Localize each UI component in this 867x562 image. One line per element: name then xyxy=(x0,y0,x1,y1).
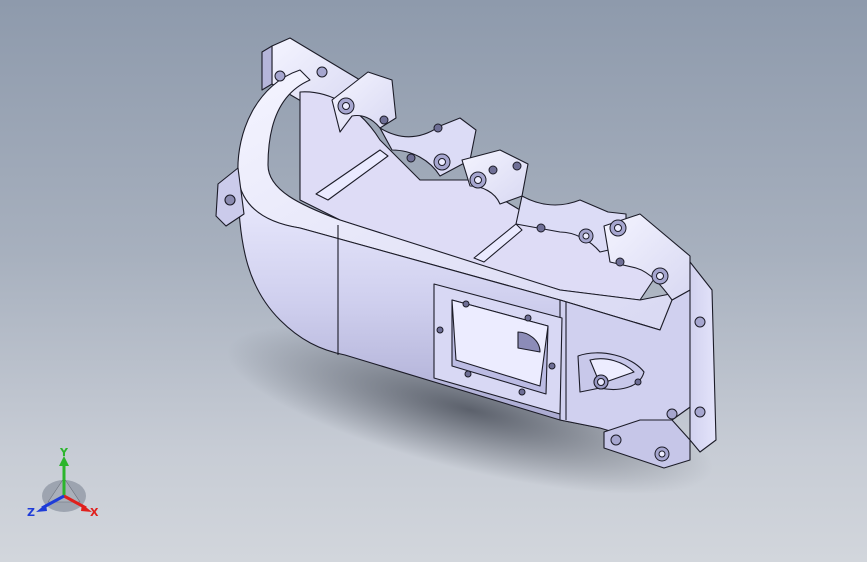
3d-model-manifold[interactable] xyxy=(0,0,867,562)
graphics-viewport[interactable]: Y X Z xyxy=(0,0,867,562)
y-axis-label: Y xyxy=(59,446,69,459)
z-axis-label: Z xyxy=(27,506,35,519)
x-axis-label: X xyxy=(90,506,99,519)
z-axis-arrow-icon xyxy=(36,504,47,512)
view-orientation-triad[interactable]: Y X Z xyxy=(24,446,106,526)
